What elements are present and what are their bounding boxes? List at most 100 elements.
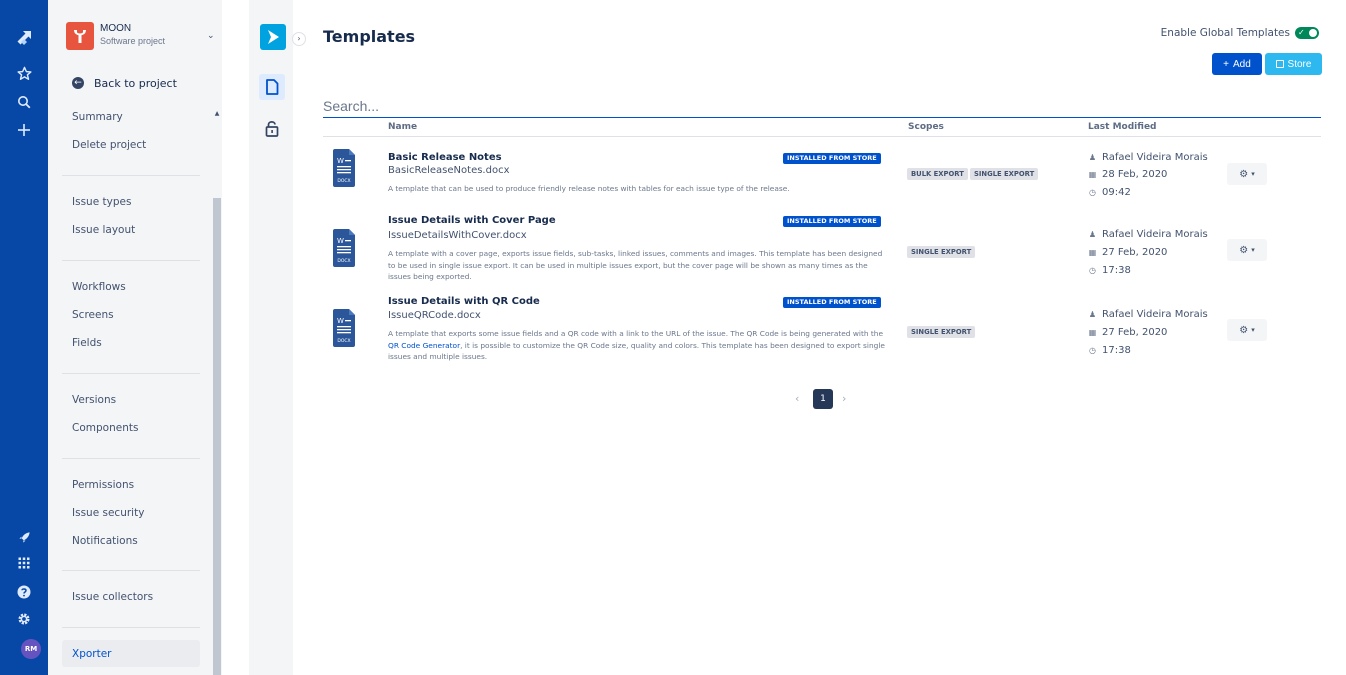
author: ♟ Rafael Videira Morais bbox=[1088, 152, 1208, 163]
user-avatar[interactable]: RM bbox=[21, 639, 41, 659]
table-row: W DOCX Basic Release Notes BasicReleaseN… bbox=[323, 137, 1321, 211]
search-icon[interactable] bbox=[0, 90, 48, 114]
time-value: 17:38 bbox=[1102, 345, 1131, 356]
svg-text:DOCX: DOCX bbox=[337, 258, 350, 264]
user-icon: ♟ bbox=[1088, 310, 1097, 319]
previous-page-icon[interactable]: ‹ bbox=[795, 392, 799, 405]
sidebar-item-notifications[interactable]: Notifications bbox=[72, 535, 138, 547]
template-description: A template with a cover page, exports is… bbox=[388, 249, 883, 281]
scope-badge-bulk-export: BULK EXPORT bbox=[907, 168, 968, 180]
template-actions-button[interactable]: ⚙ ▾ bbox=[1227, 319, 1267, 341]
pagination: ‹ 1 › bbox=[795, 389, 851, 409]
sidebar-item-workflows[interactable]: Workflows bbox=[72, 281, 126, 293]
settings-icon[interactable] bbox=[0, 607, 48, 631]
scope-badge-single-export: SINGLE EXPORT bbox=[907, 246, 976, 258]
modified-date: ▦ 28 Feb, 2020 bbox=[1088, 169, 1168, 180]
author-name: Rafael Videira Morais bbox=[1102, 309, 1208, 320]
sidebar-item-issue-security[interactable]: Issue security bbox=[72, 507, 144, 519]
user-icon: ♟ bbox=[1088, 153, 1097, 162]
calendar-icon: ▦ bbox=[1088, 170, 1097, 179]
xporter-logo-icon[interactable] bbox=[260, 24, 286, 50]
templates-nav-button[interactable] bbox=[259, 74, 285, 100]
global-templates-label: Enable Global Templates bbox=[1160, 27, 1290, 39]
sidebar-item-issue-collectors[interactable]: Issue collectors bbox=[72, 591, 153, 603]
author-name: Rafael Videira Morais bbox=[1102, 152, 1208, 163]
page-button-current[interactable]: 1 bbox=[813, 389, 833, 409]
sidebar-item-xporter-label: Xporter bbox=[72, 648, 112, 660]
column-header-scopes: Scopes bbox=[908, 122, 944, 132]
template-actions-button[interactable]: ⚙ ▾ bbox=[1227, 239, 1267, 261]
sidebar-item-components[interactable]: Components bbox=[72, 422, 138, 434]
user-icon: ♟ bbox=[1088, 230, 1097, 239]
sidebar-divider bbox=[62, 260, 200, 261]
check-icon: ✓ bbox=[1298, 28, 1305, 37]
expand-nav-button[interactable]: › bbox=[292, 32, 306, 46]
template-name[interactable]: Basic Release Notes bbox=[388, 152, 502, 163]
template-description: A template that can be used to produce f… bbox=[388, 184, 790, 193]
jira-logo-icon[interactable] bbox=[0, 26, 48, 50]
back-to-project-link[interactable]: ← Back to project bbox=[72, 74, 177, 92]
unlock-icon bbox=[265, 120, 279, 137]
store-button[interactable]: Store bbox=[1265, 53, 1322, 75]
template-description: A template that exports some issue field… bbox=[388, 328, 888, 363]
gear-icon: ⚙ bbox=[1239, 324, 1249, 336]
author: ♟ Rafael Videira Morais bbox=[1088, 229, 1208, 240]
template-file-link[interactable]: IssueDetailsWithCover.docx bbox=[388, 230, 527, 241]
gear-icon: ⚙ bbox=[1239, 168, 1249, 180]
sidebar-item-permissions[interactable]: Permissions bbox=[72, 479, 134, 491]
desc-text: A template that exports some issue field… bbox=[388, 329, 884, 338]
clock-icon: ◷ bbox=[1089, 266, 1096, 275]
docx-file-icon: W DOCX bbox=[333, 149, 355, 187]
template-name[interactable]: Issue Details with QR Code bbox=[388, 296, 540, 307]
sidebar-item-versions[interactable]: Versions bbox=[72, 394, 116, 406]
scroll-up-icon[interactable]: ▲ bbox=[213, 110, 221, 118]
permissions-nav-button[interactable] bbox=[262, 118, 282, 138]
global-navigation: RM bbox=[0, 0, 48, 675]
next-page-icon[interactable]: › bbox=[842, 392, 846, 405]
table-row: W DOCX Issue Details with QR Code IssueQ… bbox=[323, 293, 1321, 373]
template-name[interactable]: Issue Details with Cover Page bbox=[388, 215, 556, 226]
global-templates-toggle[interactable]: ✓ bbox=[1295, 27, 1319, 39]
plus-icon[interactable] bbox=[0, 118, 48, 142]
sidebar-item-delete-project[interactable]: Delete project bbox=[72, 139, 146, 151]
column-header-last-modified: Last Modified bbox=[1088, 122, 1157, 132]
sidebar-item-issue-types[interactable]: Issue types bbox=[72, 196, 131, 208]
help-icon[interactable] bbox=[0, 580, 48, 604]
modified-time: ◷ 09:42 bbox=[1088, 187, 1131, 198]
caret-down-icon: ▾ bbox=[1251, 246, 1255, 254]
template-file-link[interactable]: BasicReleaseNotes.docx bbox=[388, 165, 510, 176]
plus-icon: + bbox=[1223, 58, 1230, 70]
project-logo-icon bbox=[66, 22, 94, 50]
store-icon bbox=[1275, 60, 1284, 68]
installed-from-store-badge: INSTALLED FROM STORE bbox=[783, 297, 881, 308]
apps-grid-icon[interactable] bbox=[0, 551, 48, 575]
clock-icon: ◷ bbox=[1089, 188, 1096, 197]
template-file-link[interactable]: IssueQRCode.docx bbox=[388, 310, 481, 321]
scope-badge-single-export: SINGLE EXPORT bbox=[907, 326, 976, 338]
svg-text:W: W bbox=[337, 157, 344, 165]
sidebar-item-fields[interactable]: Fields bbox=[72, 337, 102, 349]
time-value: 17:38 bbox=[1102, 265, 1131, 276]
add-template-button[interactable]: + Add bbox=[1212, 53, 1262, 75]
project-switcher[interactable]: MOON Software project ⌄ bbox=[66, 22, 216, 58]
scope-badge-single-export: SINGLE EXPORT bbox=[970, 168, 1039, 180]
file-icon bbox=[266, 79, 279, 95]
sidebar-item-xporter[interactable]: Xporter bbox=[62, 640, 200, 667]
sidebar-divider bbox=[62, 175, 200, 176]
installed-from-store-badge: INSTALLED FROM STORE bbox=[783, 216, 881, 227]
rocket-icon[interactable] bbox=[0, 525, 48, 549]
star-icon[interactable] bbox=[0, 61, 48, 85]
calendar-icon: ▦ bbox=[1088, 248, 1097, 257]
template-actions-button[interactable]: ⚙ ▾ bbox=[1227, 163, 1267, 185]
sidebar-item-summary[interactable]: Summary bbox=[72, 111, 123, 123]
sidebar-divider bbox=[62, 570, 200, 571]
sidebar-scrollbar-thumb[interactable] bbox=[213, 198, 221, 675]
time-value: 09:42 bbox=[1102, 187, 1131, 198]
project-type: Software project bbox=[100, 36, 166, 46]
clock-icon: ◷ bbox=[1089, 346, 1096, 355]
sidebar-item-screens[interactable]: Screens bbox=[72, 309, 114, 321]
sidebar-item-issue-layout[interactable]: Issue layout bbox=[72, 224, 135, 236]
date-value: 27 Feb, 2020 bbox=[1102, 327, 1168, 338]
qr-code-generator-link[interactable]: QR Code Generator bbox=[388, 341, 460, 350]
search-input[interactable] bbox=[323, 94, 1321, 118]
